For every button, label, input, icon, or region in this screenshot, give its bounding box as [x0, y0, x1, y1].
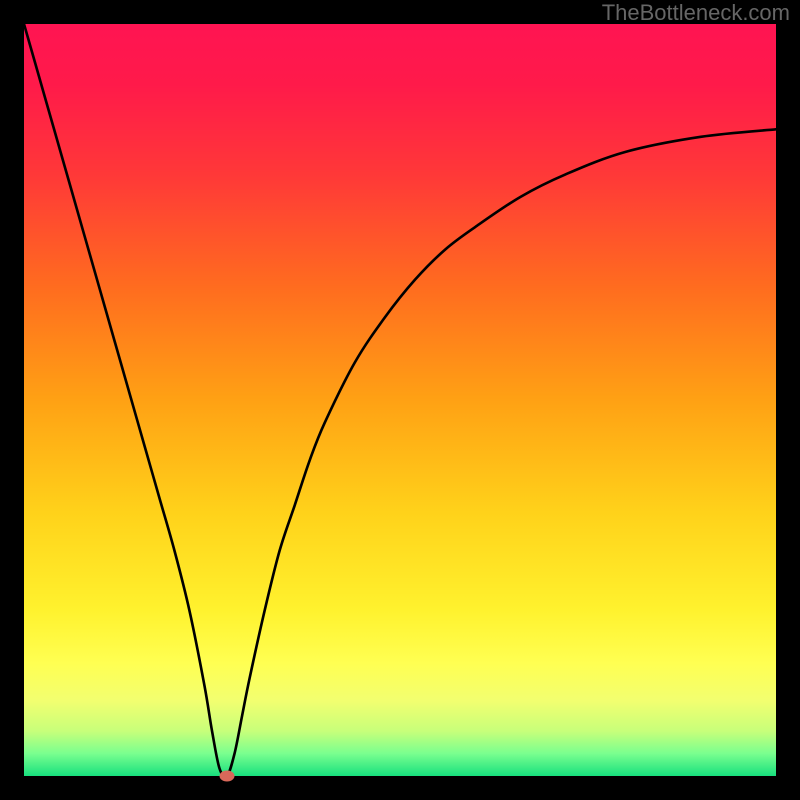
watermark-text: TheBottleneck.com — [602, 0, 790, 26]
bottleneck-curve — [24, 24, 776, 776]
curve-layer — [24, 24, 776, 776]
minimum-marker — [220, 771, 235, 782]
chart-stage: TheBottleneck.com — [0, 0, 800, 800]
plot-area — [24, 24, 776, 776]
